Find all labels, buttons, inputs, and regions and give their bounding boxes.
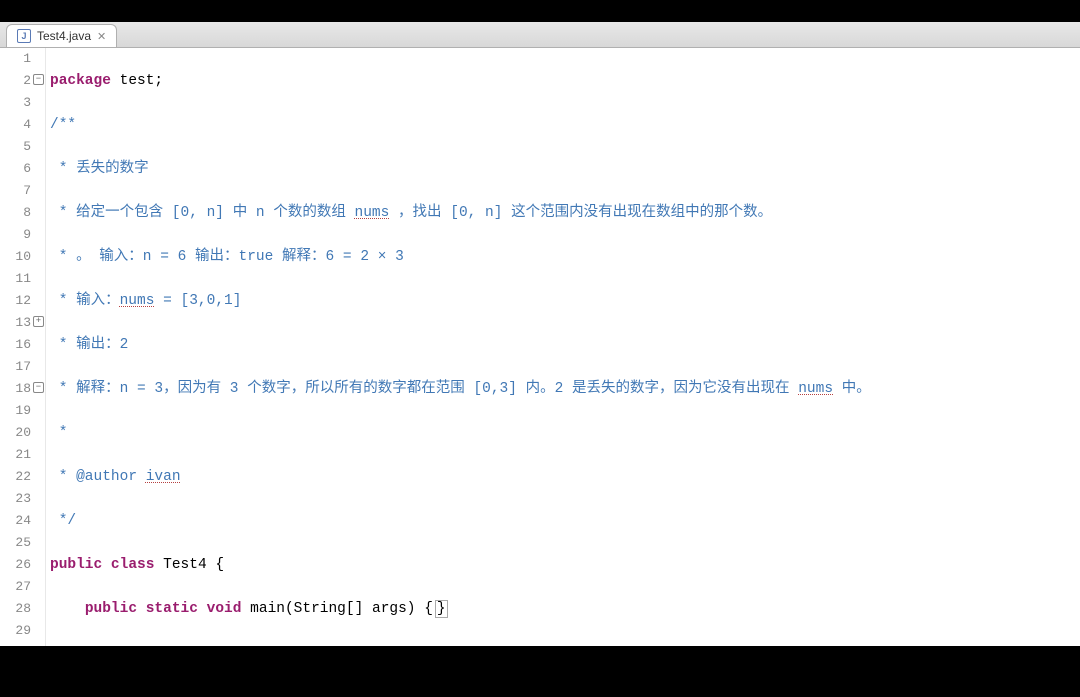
line-number: 1 — [23, 51, 31, 66]
line-number: 2 — [23, 73, 31, 88]
fold-toggle-icon[interactable]: + — [33, 316, 44, 327]
line-number: 6 — [23, 161, 31, 176]
line-gutter: 1 2− 3 4 5 6 7 8 9 10 11 12 13+ 16 17 18… — [0, 48, 46, 646]
code-text: Test4 { — [154, 557, 224, 573]
comment-underlined: nums — [355, 205, 390, 221]
line-number: 11 — [15, 271, 31, 286]
line-number: 21 — [15, 447, 31, 462]
comment: * — [50, 425, 67, 441]
code-editor[interactable]: 1 2− 3 4 5 6 7 8 9 10 11 12 13+ 16 17 18… — [0, 48, 1080, 646]
comment: * 输入： — [50, 293, 120, 309]
line-number: 5 — [23, 139, 31, 154]
line-number: 23 — [15, 491, 31, 506]
code-content[interactable]: package test; /** * 丢失的数字 * 给定一个包含 [0, n… — [46, 48, 1080, 646]
line-number: 22 — [15, 469, 31, 484]
file-tab[interactable]: J Test4.java ✕ — [6, 24, 117, 47]
line-number: 4 — [23, 117, 31, 132]
comment: 中。 — [833, 381, 871, 397]
line-number: 27 — [15, 579, 31, 594]
author-name: ivan — [146, 469, 181, 485]
keyword: void — [207, 601, 242, 617]
line-number: 10 — [15, 249, 31, 264]
fold-toggle-icon[interactable]: − — [33, 382, 44, 393]
code-text: main(String[] args) { — [241, 601, 432, 617]
keyword: public — [50, 557, 102, 573]
line-number: 19 — [15, 403, 31, 418]
editor-area: J Test4.java ✕ 1 2− 3 4 5 6 7 8 9 10 11 … — [0, 22, 1080, 646]
fold-toggle-icon[interactable]: − — [33, 74, 44, 85]
keyword: static — [146, 601, 198, 617]
comment-underlined: nums — [798, 381, 833, 397]
comment: /** — [50, 117, 76, 133]
java-file-icon: J — [17, 29, 31, 43]
comment: * 输出：2 — [50, 337, 128, 353]
line-number: 12 — [15, 293, 31, 308]
line-number: 9 — [23, 227, 31, 242]
keyword: package — [50, 73, 111, 89]
comment: * 丢失的数字 — [50, 161, 149, 177]
line-number: 25 — [15, 535, 31, 550]
comment: * 给定一个包含 [0, n] 中 n 个数的数组 — [50, 205, 355, 221]
javadoc-tag: @author — [76, 469, 137, 485]
line-number: 20 — [15, 425, 31, 440]
line-number: 3 — [23, 95, 31, 110]
line-number: 29 — [15, 623, 31, 638]
line-number: 24 — [15, 513, 31, 528]
tab-bar: J Test4.java ✕ — [0, 22, 1080, 48]
line-number: 28 — [15, 601, 31, 616]
keyword: public — [85, 601, 137, 617]
line-number: 17 — [15, 359, 31, 374]
line-number: 18 — [15, 381, 31, 396]
comment: = [3,0,1] — [154, 293, 241, 309]
comment: * — [50, 469, 76, 485]
comment — [137, 469, 146, 485]
line-number: 7 — [23, 183, 31, 198]
line-number: 16 — [15, 337, 31, 352]
close-icon[interactable]: ✕ — [97, 30, 106, 43]
comment: ，找出 [0, n] 这个范围内没有出现在数组中的那个数。 — [389, 205, 772, 221]
line-number: 8 — [23, 205, 31, 220]
comment-underlined: nums — [120, 293, 155, 309]
keyword: class — [111, 557, 155, 573]
line-number: 26 — [15, 557, 31, 572]
line-number: 13 — [15, 315, 31, 330]
tab-filename: Test4.java — [37, 29, 91, 43]
comment: */ — [50, 513, 76, 529]
code-text: test; — [111, 73, 163, 89]
comment: * 。 输入：n = 6 输出：true 解释：6 = 2 × 3 — [50, 249, 404, 265]
comment: * 解释：n = 3，因为有 3 个数字，所以所有的数字都在范围 [0,3] 内… — [50, 381, 798, 397]
folded-block-icon[interactable]: } — [435, 600, 448, 618]
